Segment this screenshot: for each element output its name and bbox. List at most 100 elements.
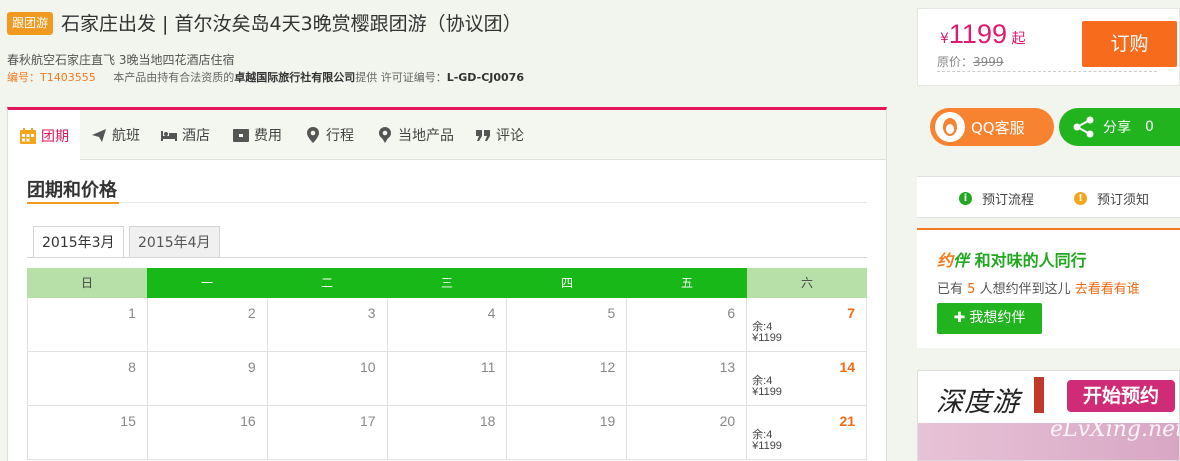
day-number: 12 (599, 359, 616, 375)
provider-suffix: 提供 许可证编号： (355, 71, 447, 84)
tour-type-badge: 跟团游 (7, 12, 54, 35)
calendar-day: 15 (28, 406, 148, 460)
booking-notice-label: 预订须知 (1097, 193, 1150, 208)
weekday-sat: 六 (747, 268, 867, 298)
day-number: 4 (487, 305, 496, 321)
watermark: eLvXing.net (1050, 417, 1180, 442)
calendar-day: 2 (147, 298, 268, 352)
day-number: 11 (480, 359, 496, 375)
plus-icon: ✚ (953, 310, 966, 326)
calendar-day-available[interactable]: 7 余:4 ¥1199 (747, 298, 868, 352)
companion-heading: 和对味的人同行 (974, 251, 1087, 270)
share-label: 分享 (1103, 120, 1131, 136)
tab-label: 酒店 (182, 128, 210, 144)
calendar-day: 4 (387, 298, 508, 352)
day-number: 5 (607, 305, 616, 321)
price-calendar: 日 一 二 三 四 五 六 1 2 3 4 5 6 7 余:4 ¥1199 8 … (27, 268, 868, 460)
companion-title: 约伴 和对味的人同行 (937, 247, 1087, 271)
day-number: 18 (479, 413, 496, 429)
calendar-day: 11 (387, 352, 508, 406)
month-tabs-divider (27, 257, 867, 258)
day-number: 10 (360, 359, 376, 375)
calendar-day: 8 (28, 352, 148, 406)
weekday-thu: 四 (507, 268, 627, 298)
tab-label: 行程 (326, 128, 354, 144)
day-number: 17 (360, 413, 376, 429)
day-number: 19 (599, 413, 616, 429)
tab-cost[interactable]: 费用 (232, 110, 282, 160)
qq-service-label: QQ客服 (971, 118, 1025, 137)
day-number: 16 (240, 413, 256, 429)
calendar-day: 6 (627, 298, 748, 352)
original-price-label: 原价： (937, 55, 974, 69)
booking-process-link[interactable]: i 预订流程 (959, 189, 1034, 208)
calendar-day: 13 (627, 352, 748, 406)
price-divider (937, 71, 1157, 72)
booking-process-label: 预订流程 (982, 193, 1035, 208)
tab-flight[interactable]: 航班 (90, 110, 140, 160)
tab-hotel[interactable]: 酒店 (160, 110, 210, 160)
day-number: 8 (128, 359, 136, 375)
info-icon: i (959, 192, 972, 205)
companion-logo: 约伴 (937, 251, 970, 270)
companion-count: 5 (967, 282, 976, 297)
share-button[interactable]: 分享 0 (1059, 108, 1180, 146)
day-number: 20 (719, 413, 736, 429)
day-number: 14 (839, 359, 856, 375)
book-button[interactable]: 订购 (1082, 21, 1177, 67)
price-amount: 1199 (948, 19, 1007, 49)
calendar-day: 17 (267, 406, 388, 460)
qq-service-button[interactable]: QQ客服 (930, 108, 1054, 146)
promo-banner[interactable]: 深度游 开始预约 eLvXing.net (917, 370, 1180, 461)
price: ¥1199 起 (940, 19, 1025, 50)
plane-icon (92, 129, 106, 142)
calendar-day-available[interactable]: 21 余:4 ¥1199 (747, 406, 868, 460)
day-number: 9 (247, 359, 256, 375)
alert-icon: ! (1074, 192, 1087, 205)
main-panel: 团期 航班 酒店 费用 行程 当地产品 评论 团期和价格 2015年3月 201… (7, 107, 887, 461)
calendar-day: 10 (267, 352, 388, 406)
weekday-sun: 日 (27, 268, 147, 298)
calendar-row: 1 2 3 4 5 6 7 余:4 ¥1199 (27, 298, 868, 352)
tab-local-products[interactable]: 当地产品 (376, 110, 454, 160)
product-subtitle: 春秋航空石家庄直飞 3晚当地四花酒店住宿 (7, 53, 235, 67)
calendar-day: 9 (147, 352, 268, 406)
booking-notice-link[interactable]: ! 预订须知 (1074, 189, 1149, 208)
month-tab-march[interactable]: 2015年3月 (33, 226, 124, 258)
month-tab-april[interactable]: 2015年4月 (129, 226, 220, 258)
day-number: 15 (120, 413, 136, 429)
section-underline (27, 202, 867, 204)
promo-logo: 深度游 (936, 387, 1020, 418)
product-title: 石家庄出发 | 首尔汝矣岛4天3晚赏樱跟团游（协议团） (61, 13, 522, 35)
tab-schedule[interactable]: 团期 (8, 110, 80, 161)
quote-icon (476, 130, 490, 141)
calendar-header: 日 一 二 三 四 五 六 (27, 268, 867, 298)
share-count: 0 (1145, 119, 1154, 135)
day-number: 13 (719, 359, 736, 375)
calendar-day: 1 (28, 298, 148, 352)
code-label: 编号： (7, 71, 40, 84)
day-number: 6 (727, 305, 736, 321)
tab-reviews[interactable]: 评论 (474, 110, 524, 160)
companion-text: 已有 5 人想约伴到这儿 去看看有谁 (937, 282, 1140, 297)
day-price: ¥1199 (752, 332, 782, 344)
see-companions-link[interactable]: 去看看有谁 (1075, 282, 1140, 297)
tab-label: 费用 (254, 128, 282, 144)
day-number: 7 (847, 305, 856, 321)
booking-info-box: i 预订流程 ! 预订须知 (917, 176, 1180, 218)
weekday-tue: 二 (267, 268, 387, 298)
find-companion-button[interactable]: ✚ 我想约伴 (937, 303, 1042, 334)
travel-companion-box: 约伴 和对味的人同行 已有 5 人想约伴到这儿 去看看有谁 ✚ 我想约伴 (917, 228, 1180, 348)
section-title: 团期和价格 (27, 180, 117, 201)
wallet-icon (233, 129, 249, 142)
calendar-day: 12 (507, 352, 628, 406)
calendar-row: 8 9 10 11 12 13 14 余:4 ¥1199 (27, 352, 868, 406)
promo-cta-button[interactable]: 开始预约 (1067, 380, 1175, 412)
calendar-day-available[interactable]: 14 余:4 ¥1199 (747, 352, 868, 406)
weekday-wed: 三 (387, 268, 507, 298)
tab-itinerary[interactable]: 行程 (304, 110, 354, 160)
price-suffix: 起 (1011, 31, 1026, 47)
find-companion-label: 我想约伴 (969, 310, 1026, 326)
original-price-value: 3999 (973, 55, 1004, 69)
tab-label: 团期 (41, 128, 69, 145)
